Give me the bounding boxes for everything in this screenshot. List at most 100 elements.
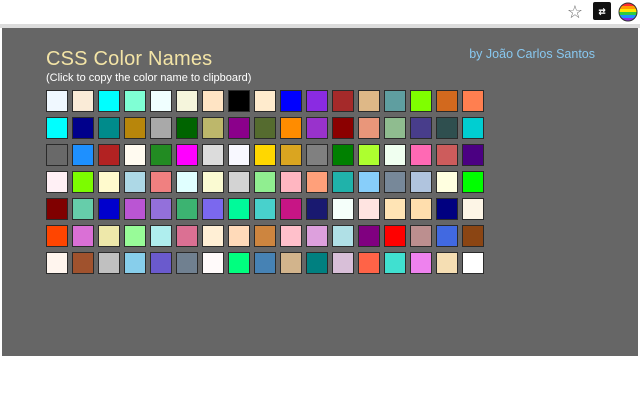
- color-swatch[interactable]: [46, 144, 68, 166]
- color-swatch[interactable]: [280, 252, 302, 274]
- color-swatch[interactable]: [332, 117, 354, 139]
- color-swatch[interactable]: [202, 90, 224, 112]
- color-swatch[interactable]: [280, 171, 302, 193]
- color-swatch[interactable]: [228, 144, 250, 166]
- color-swatch[interactable]: [150, 90, 172, 112]
- color-swatch[interactable]: [254, 171, 276, 193]
- color-swatch[interactable]: [462, 144, 484, 166]
- color-swatch[interactable]: [202, 198, 224, 220]
- color-swatch[interactable]: [410, 252, 432, 274]
- bookmark-star-icon[interactable]: ☆: [565, 2, 585, 22]
- color-swatch[interactable]: [176, 90, 198, 112]
- color-swatch[interactable]: [410, 144, 432, 166]
- color-swatch[interactable]: [306, 225, 328, 247]
- color-swatch[interactable]: [46, 252, 68, 274]
- color-swatch[interactable]: [306, 90, 328, 112]
- color-swatch[interactable]: [124, 252, 146, 274]
- color-swatch[interactable]: [202, 171, 224, 193]
- color-swatch[interactable]: [384, 117, 406, 139]
- color-swatch[interactable]: [124, 90, 146, 112]
- color-swatch[interactable]: [46, 198, 68, 220]
- color-swatch[interactable]: [176, 225, 198, 247]
- color-swatch[interactable]: [176, 117, 198, 139]
- color-swatch[interactable]: [228, 90, 250, 112]
- color-swatch[interactable]: [72, 90, 94, 112]
- color-swatch[interactable]: [176, 252, 198, 274]
- color-swatch[interactable]: [150, 171, 172, 193]
- color-swatch[interactable]: [150, 225, 172, 247]
- color-swatch[interactable]: [358, 144, 380, 166]
- color-swatch[interactable]: [410, 171, 432, 193]
- color-swatch[interactable]: [436, 171, 458, 193]
- color-swatch[interactable]: [228, 252, 250, 274]
- color-swatch[interactable]: [384, 90, 406, 112]
- color-swatch[interactable]: [228, 117, 250, 139]
- color-swatch[interactable]: [202, 117, 224, 139]
- color-swatch[interactable]: [98, 225, 120, 247]
- color-swatch[interactable]: [436, 198, 458, 220]
- color-swatch[interactable]: [462, 252, 484, 274]
- color-swatch[interactable]: [72, 171, 94, 193]
- color-swatch[interactable]: [98, 171, 120, 193]
- color-swatch[interactable]: [124, 225, 146, 247]
- color-swatch[interactable]: [384, 171, 406, 193]
- color-swatch[interactable]: [150, 252, 172, 274]
- color-swatch[interactable]: [228, 225, 250, 247]
- color-swatch[interactable]: [306, 117, 328, 139]
- color-swatch[interactable]: [306, 144, 328, 166]
- color-swatch[interactable]: [202, 252, 224, 274]
- color-swatch[interactable]: [280, 225, 302, 247]
- author-link[interactable]: by João Carlos Santos: [469, 47, 595, 61]
- color-swatch[interactable]: [384, 252, 406, 274]
- color-swatch[interactable]: [124, 117, 146, 139]
- color-swatch[interactable]: [384, 144, 406, 166]
- color-swatch[interactable]: [176, 171, 198, 193]
- color-swatch[interactable]: [46, 117, 68, 139]
- color-swatch[interactable]: [202, 225, 224, 247]
- color-names-extension-icon[interactable]: [618, 2, 638, 22]
- color-swatch[interactable]: [254, 90, 276, 112]
- color-swatch[interactable]: [358, 90, 380, 112]
- color-swatch[interactable]: [72, 252, 94, 274]
- color-swatch[interactable]: [358, 198, 380, 220]
- color-swatch[interactable]: [306, 252, 328, 274]
- color-swatch[interactable]: [332, 198, 354, 220]
- color-swatch[interactable]: [202, 144, 224, 166]
- extension-icon[interactable]: ⇄: [593, 2, 611, 20]
- color-swatch[interactable]: [306, 198, 328, 220]
- color-swatch[interactable]: [462, 117, 484, 139]
- color-swatch[interactable]: [98, 198, 120, 220]
- color-swatch[interactable]: [332, 225, 354, 247]
- color-swatch[interactable]: [98, 90, 120, 112]
- color-swatch[interactable]: [72, 117, 94, 139]
- color-swatch[interactable]: [410, 90, 432, 112]
- color-swatch[interactable]: [436, 252, 458, 274]
- color-swatch[interactable]: [98, 252, 120, 274]
- color-swatch[interactable]: [150, 198, 172, 220]
- color-swatch[interactable]: [306, 171, 328, 193]
- color-swatch[interactable]: [124, 144, 146, 166]
- color-swatch[interactable]: [280, 90, 302, 112]
- color-swatch[interactable]: [384, 198, 406, 220]
- color-swatch[interactable]: [410, 117, 432, 139]
- color-swatch[interactable]: [254, 252, 276, 274]
- color-swatch[interactable]: [254, 144, 276, 166]
- color-swatch[interactable]: [410, 225, 432, 247]
- color-swatch[interactable]: [332, 144, 354, 166]
- color-swatch[interactable]: [72, 144, 94, 166]
- color-swatch[interactable]: [462, 198, 484, 220]
- color-swatch[interactable]: [358, 252, 380, 274]
- color-swatch[interactable]: [280, 198, 302, 220]
- color-swatch[interactable]: [254, 117, 276, 139]
- color-swatch[interactable]: [462, 225, 484, 247]
- color-swatch[interactable]: [46, 225, 68, 247]
- color-swatch[interactable]: [46, 90, 68, 112]
- color-swatch[interactable]: [228, 198, 250, 220]
- color-swatch[interactable]: [358, 225, 380, 247]
- color-swatch[interactable]: [436, 117, 458, 139]
- color-swatch[interactable]: [124, 198, 146, 220]
- color-swatch[interactable]: [46, 171, 68, 193]
- color-swatch[interactable]: [98, 144, 120, 166]
- color-swatch[interactable]: [462, 171, 484, 193]
- color-swatch[interactable]: [176, 198, 198, 220]
